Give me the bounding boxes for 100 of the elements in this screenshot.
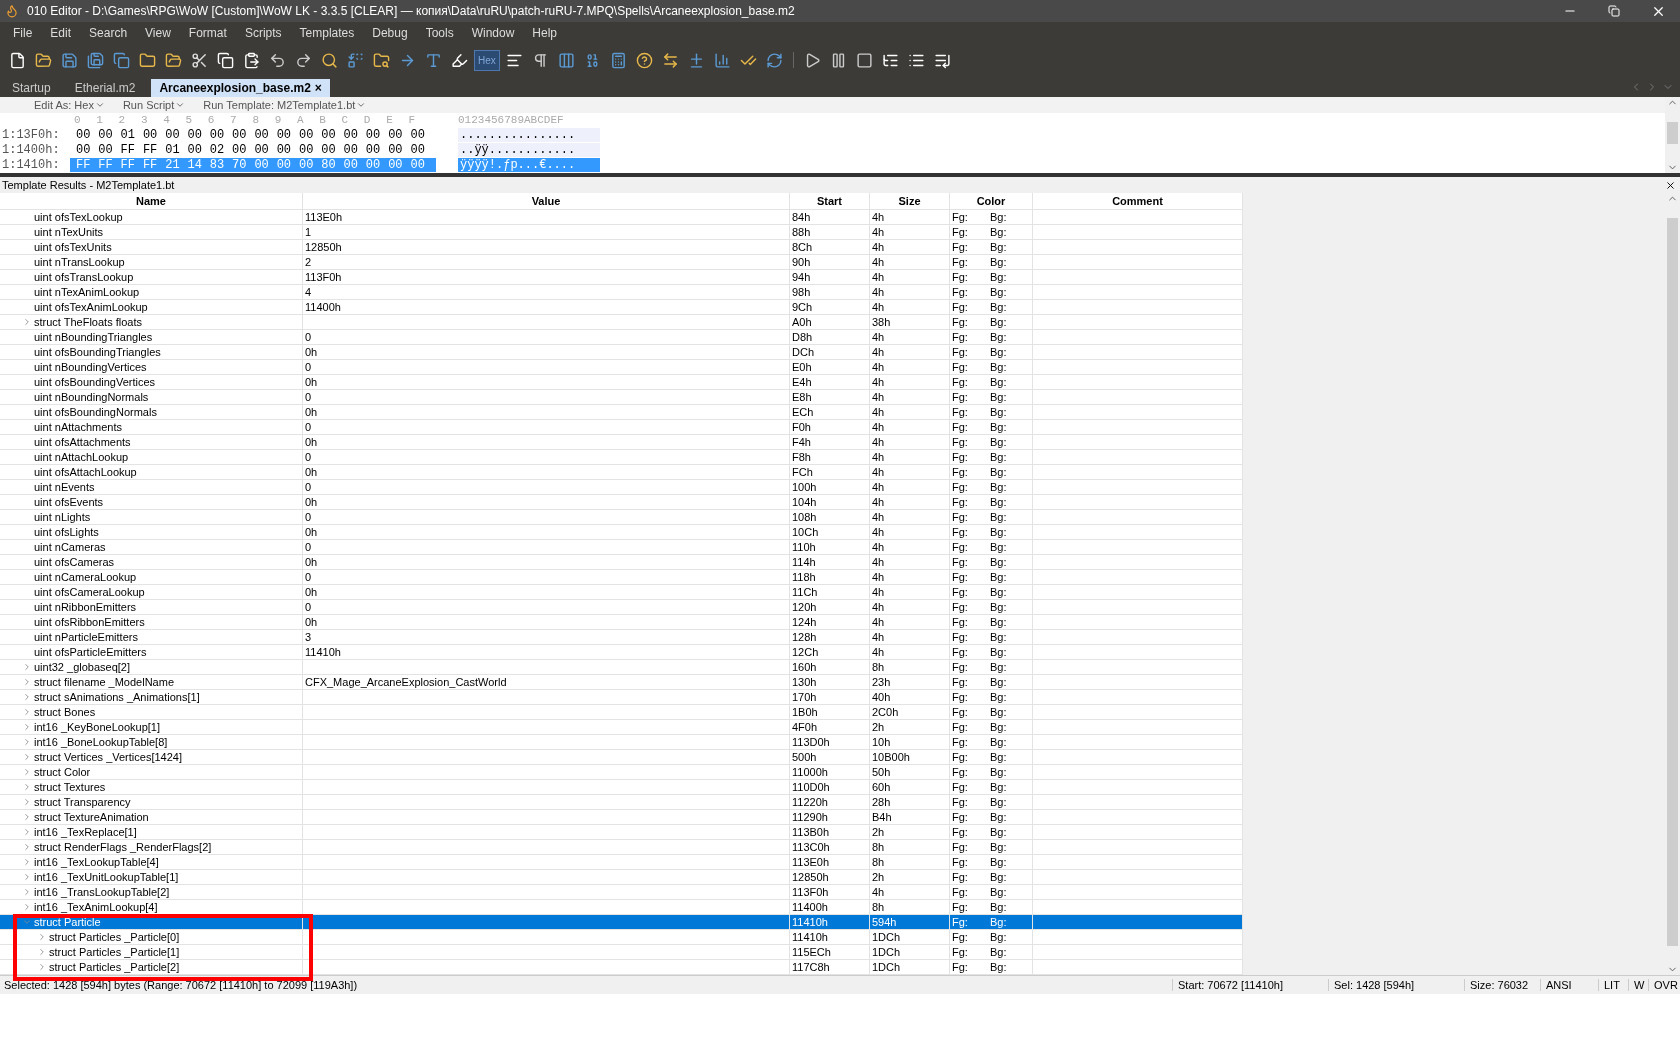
- close-icon[interactable]: [1665, 179, 1676, 191]
- table-row[interactable]: int16 _TexReplace[1] 113B0h 2h Fg: Bg:: [0, 825, 1243, 840]
- scroll-thumb[interactable]: [1667, 122, 1678, 144]
- file-tab[interactable]: Startup: [4, 79, 59, 97]
- table-row[interactable]: uint nTexUnits 1 88h 4h Fg: Bg:: [0, 225, 1243, 240]
- table-row[interactable]: struct Vertices _Vertices[1424] 500h 10B00h Fg: Bg:: [0, 750, 1243, 765]
- dropdown-caret-icon[interactable]: [356, 100, 367, 110]
- table-row[interactable]: uint ofsAttachments 0h F4h 4h Fg: Bg:: [0, 435, 1243, 450]
- table-row[interactable]: struct TextureAnimation 11290h B4h Fg: Bg:: [0, 810, 1243, 825]
- collapsed-caret-icon[interactable]: [22, 827, 32, 837]
- table-row[interactable]: uint nBoundingTriangles 0 D8h 4h Fg: Bg:: [0, 330, 1243, 345]
- collapsed-caret-icon[interactable]: [22, 767, 32, 777]
- table-row[interactable]: uint ofsBoundingVertices 0h E4h 4h Fg: Bg:: [0, 375, 1243, 390]
- collapsed-caret-icon[interactable]: [22, 662, 32, 672]
- menu-item[interactable]: Search: [80, 25, 137, 40]
- table-row[interactable]: uint ofsEvents 0h 104h 4h Fg: Bg:: [0, 495, 1243, 510]
- table-row[interactable]: uint ofsCameras 0h 114h 4h Fg: Bg:: [0, 555, 1243, 570]
- collapsed-caret-icon[interactable]: [22, 692, 32, 702]
- menu-item[interactable]: Debug: [363, 25, 417, 40]
- collapsed-caret-icon[interactable]: [22, 677, 32, 687]
- table-row[interactable]: uint ofsTexAnimLookup 11400h 9Ch 4h Fg: Bg:: [0, 300, 1243, 315]
- file-tab[interactable]: Arcaneexplosion_base.m2 ×: [151, 79, 330, 97]
- dropdown-caret-icon[interactable]: [175, 100, 186, 110]
- menu-item[interactable]: Tools: [416, 25, 463, 40]
- table-row[interactable]: struct Particles _Particle[2] 117C8h 1DCh Fg: Bg:: [0, 960, 1243, 975]
- menu-item[interactable]: Edit: [41, 25, 81, 40]
- collapsed-caret-icon[interactable]: [22, 842, 32, 852]
- ascii-text[interactable]: ..ÿÿ............: [458, 142, 600, 157]
- collapsed-caret-icon[interactable]: [22, 722, 32, 732]
- table-row[interactable]: uint ofsLights 0h 10Ch 4h Fg: Bg:: [0, 525, 1243, 540]
- table-row[interactable]: uint nEvents 0 100h 4h Fg: Bg:: [0, 480, 1243, 495]
- table-row[interactable]: int16 _KeyBoneLookup[1] 4F0h 2h Fg: Bg:: [0, 720, 1243, 735]
- table-row[interactable]: uint ofsTexLookup 113E0h 84h 4h Fg: Bg:: [0, 210, 1243, 225]
- table-row[interactable]: struct Bones 1B0h 2C0h Fg: Bg:: [0, 705, 1243, 720]
- collapsed-caret-icon[interactable]: [22, 872, 32, 882]
- table-row[interactable]: uint nCameraLookup 0 118h 4h Fg: Bg:: [0, 570, 1243, 585]
- table-row[interactable]: struct Particle 11410h 594h Fg: Bg:: [0, 915, 1243, 930]
- table-row[interactable]: uint ofsBoundingNormals 0h ECh 4h Fg: Bg:: [0, 405, 1243, 420]
- table-row[interactable]: uint nBoundingNormals 0 E8h 4h Fg: Bg:: [0, 390, 1243, 405]
- table-row[interactable]: uint nRibbonEmitters 0 120h 4h Fg: Bg:: [0, 600, 1243, 615]
- menu-item[interactable]: File: [4, 25, 42, 40]
- collapsed-caret-icon[interactable]: [22, 797, 32, 807]
- hex-mode-button[interactable]: Hex: [474, 49, 500, 71]
- menu-item[interactable]: Templates: [290, 25, 364, 40]
- table-row[interactable]: uint nBoundingVertices 0 E0h 4h Fg: Bg:: [0, 360, 1243, 375]
- collapsed-caret-icon[interactable]: [22, 857, 32, 867]
- table-row[interactable]: struct filename _ModelName CFX_Mage_ArcaneExplosion_CastWorld 130h 23h Fg: Bg:: [0, 675, 1243, 690]
- table-row[interactable]: uint nCameras 0 110h 4h Fg: Bg:: [0, 540, 1243, 555]
- table-row[interactable]: uint ofsTransLookup 113F0h 94h 4h Fg: Bg:: [0, 270, 1243, 285]
- collapsed-caret-icon[interactable]: [22, 737, 32, 747]
- table-row[interactable]: uint ofsCameraLookup 0h 11Ch 4h Fg: Bg:: [0, 585, 1243, 600]
- table-row[interactable]: struct RenderFlags _RenderFlags[2] 113C0h 8h Fg: Bg:: [0, 840, 1243, 855]
- table-row[interactable]: uint32 _globaseq[2] 160h 8h Fg: Bg:: [0, 660, 1243, 675]
- collapsed-caret-icon[interactable]: [37, 932, 47, 942]
- menu-item[interactable]: Help: [523, 25, 567, 40]
- collapsed-caret-icon[interactable]: [22, 317, 32, 327]
- table-row[interactable]: uint ofsAttachLookup 0h FCh 4h Fg: Bg:: [0, 465, 1243, 480]
- ascii-text[interactable]: ................: [458, 127, 600, 142]
- file-tab[interactable]: Etherial.m2: [66, 79, 144, 97]
- table-row[interactable]: uint ofsTexUnits 12850h 8Ch 4h Fg: Bg:: [0, 240, 1243, 255]
- table-row[interactable]: int16 _TexUnitLookupTable[1] 12850h 2h Fg: Bg:: [0, 870, 1243, 885]
- table-row[interactable]: uint ofsRibbonEmitters 0h 124h 4h Fg: Bg:: [0, 615, 1243, 630]
- table-row[interactable]: struct sAnimations _Animations[1] 170h 40h Fg: Bg:: [0, 690, 1243, 705]
- collapsed-caret-icon[interactable]: [22, 752, 32, 762]
- table-row[interactable]: struct TheFloats floats A0h 38h Fg: Bg:: [0, 315, 1243, 330]
- table-row[interactable]: uint nLights 0 108h 4h Fg: Bg:: [0, 510, 1243, 525]
- scroll-thumb[interactable]: [1667, 218, 1678, 946]
- table-row[interactable]: int16 _TexLookupTable[4] 113E0h 8h Fg: Bg:: [0, 855, 1243, 870]
- table-row[interactable]: uint ofsBoundingTriangles 0h DCh 4h Fg: Bg:: [0, 345, 1243, 360]
- table-row[interactable]: struct Color 11000h 50h Fg: Bg:: [0, 765, 1243, 780]
- collapsed-caret-icon[interactable]: [22, 812, 32, 822]
- hex-bytes[interactable]: 00 00 FF FF 01 00 02 00 00 00 00 00 00 00 00 00: [70, 142, 436, 157]
- table-row[interactable]: struct Textures 110D0h 60h Fg: Bg:: [0, 780, 1243, 795]
- hex-toolbar-button[interactable]: Edit As: Hex: [34, 99, 105, 111]
- table-row[interactable]: int16 _TexAnimLookup[4] 11400h 8h Fg: Bg:: [0, 900, 1243, 915]
- collapsed-caret-icon[interactable]: [22, 902, 32, 912]
- menu-item[interactable]: Window: [462, 25, 524, 40]
- collapsed-caret-icon[interactable]: [22, 707, 32, 717]
- collapsed-caret-icon[interactable]: [22, 782, 32, 792]
- table-row[interactable]: struct Transparency 11220h 28h Fg: Bg:: [0, 795, 1243, 810]
- menu-item[interactable]: Format: [179, 25, 236, 40]
- table-row[interactable]: uint nTexAnimLookup 4 98h 4h Fg: Bg:: [0, 285, 1243, 300]
- menu-item[interactable]: Scripts: [235, 25, 291, 40]
- dropdown-caret-icon[interactable]: [94, 100, 105, 110]
- scrollbar[interactable]: [1665, 97, 1680, 173]
- table-row[interactable]: int16 _BoneLookupTable[8] 113D0h 10h Fg: Bg:: [0, 735, 1243, 750]
- table-row[interactable]: uint ofsParticleEmitters 11410h 12Ch 4h Fg: Bg:: [0, 645, 1243, 660]
- table-row[interactable]: uint nAttachments 0 F0h 4h Fg: Bg:: [0, 420, 1243, 435]
- table-row[interactable]: struct Particles _Particle[0] 11410h 1DCh Fg: Bg:: [0, 930, 1243, 945]
- hex-toolbar-button[interactable]: Run Script: [122, 99, 186, 111]
- hex-bytes[interactable]: 00 00 01 00 00 00 00 00 00 00 00 00 00 00 00 00: [70, 127, 436, 142]
- table-row[interactable]: uint nParticleEmitters 3 128h 4h Fg: Bg:: [0, 630, 1243, 645]
- table-row[interactable]: struct Particles _Particle[1] 115ECh 1DCh Fg: Bg:: [0, 945, 1243, 960]
- table-row[interactable]: uint nTransLookup 2 90h 4h Fg: Bg:: [0, 255, 1243, 270]
- hex-toolbar-button[interactable]: Run Template: M2Template1.bt: [203, 99, 367, 111]
- collapsed-caret-icon[interactable]: [37, 947, 47, 957]
- collapsed-caret-icon[interactable]: [22, 887, 32, 897]
- table-row[interactable]: int16 _TransLookupTable[2] 113F0h 4h Fg: Bg:: [0, 885, 1243, 900]
- menu-item[interactable]: View: [136, 25, 180, 40]
- collapsed-caret-icon[interactable]: [37, 962, 47, 972]
